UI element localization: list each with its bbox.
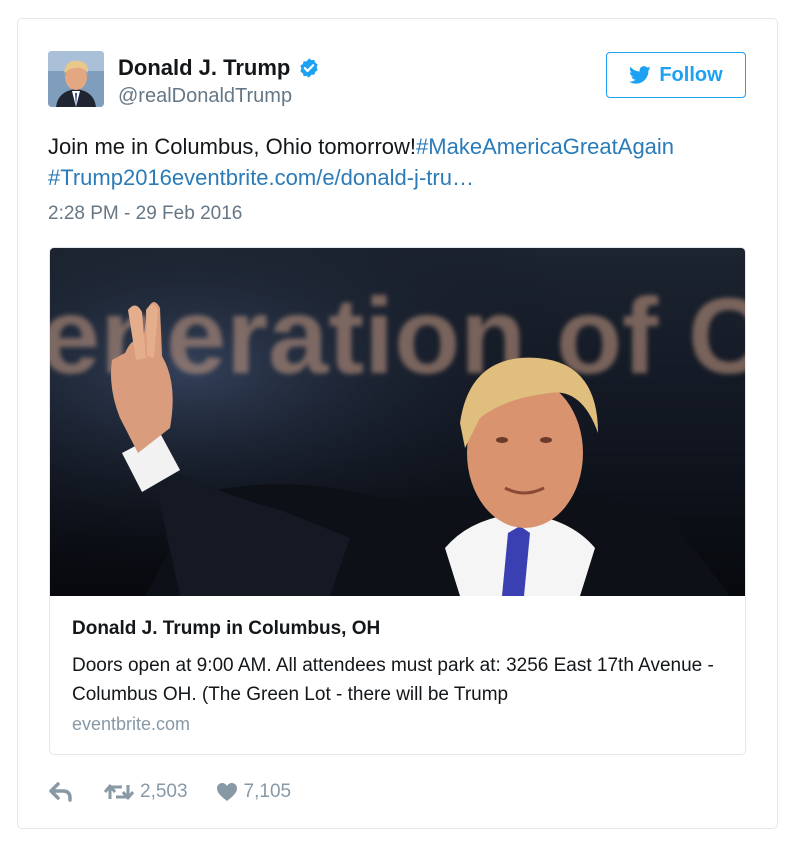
retweet-count: 2,503	[140, 781, 188, 802]
tweet-actions: 2,503 7,105	[48, 777, 291, 807]
hashtag-link[interactable]: #Trump2016	[48, 165, 172, 190]
avatar-image	[48, 51, 104, 107]
like-count: 7,105	[243, 781, 292, 802]
card-title[interactable]: Donald J. Trump in Columbus, OH	[72, 618, 380, 640]
card-image: eneration of Conse	[50, 248, 745, 596]
follow-button[interactable]: Follow	[606, 52, 746, 98]
hashtag-link[interactable]: #MakeAmericaGreatAgain	[416, 134, 674, 159]
tweet-body: Join me in Columbus, Ohio tomorrow!	[48, 134, 417, 159]
tweet-timestamp[interactable]: 2:28 PM - 29 Feb 2016	[48, 203, 242, 225]
display-name[interactable]: Donald J. Trump	[118, 55, 290, 81]
retweet-icon	[104, 784, 134, 800]
tweet-card: Donald J. Trump @realDonaldTrump Follow …	[17, 18, 778, 829]
tweet-text: Join me in Columbus, Ohio tomorrow!#Make…	[48, 131, 758, 193]
heart-icon	[216, 783, 237, 801]
card-description: Doors open at 9:00 AM. All attendees mus…	[72, 655, 714, 705]
user-handle[interactable]: @realDonaldTrump	[118, 85, 292, 108]
reply-icon	[49, 782, 72, 802]
twitter-bird-icon	[629, 66, 651, 84]
follow-button-label: Follow	[659, 63, 723, 86]
retweet-button[interactable]: 2,503	[104, 781, 188, 803]
link-card[interactable]: eneration of Conse Donald J. Trump in Co…	[49, 247, 746, 755]
url-link[interactable]: eventbrite.com/e/donald-j-tru…	[172, 165, 474, 190]
verified-badge-icon	[300, 58, 318, 78]
name-row: Donald J. Trump	[118, 55, 320, 81]
card-domain: eventbrite.com	[72, 714, 191, 734]
reply-button[interactable]	[48, 781, 74, 803]
avatar[interactable]	[48, 51, 104, 107]
like-button[interactable]: 7,105	[216, 781, 292, 803]
